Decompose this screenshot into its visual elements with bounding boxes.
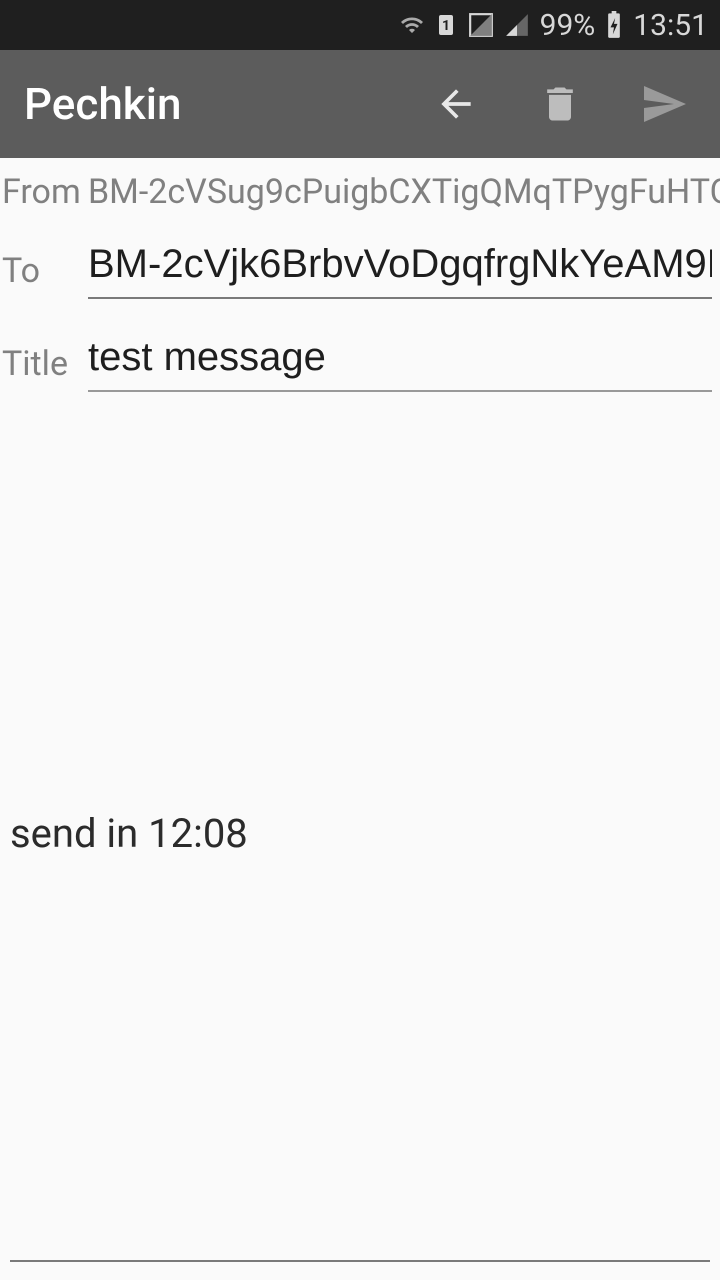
to-row: To: [0, 236, 720, 299]
back-button[interactable]: [432, 80, 480, 128]
to-input[interactable]: [88, 236, 712, 299]
battery-charging-icon: [605, 11, 623, 39]
to-label: To: [2, 245, 88, 291]
cell-signal-icon: [504, 12, 530, 38]
svg-text:1: 1: [442, 18, 450, 34]
from-row: From BM-2cVSug9cPuigbCXTigQMqTPygFuHTC8X…: [0, 164, 720, 212]
app-title: Pechkin: [24, 78, 432, 130]
wifi-icon: [400, 13, 424, 37]
signal-box-icon: [468, 12, 494, 38]
send-button[interactable]: [640, 80, 688, 128]
body-underline: [10, 1260, 710, 1262]
battery-percent: 99%: [540, 8, 596, 43]
title-label: Title: [2, 338, 88, 384]
body-text: send in 12:08: [10, 810, 248, 857]
app-bar: Pechkin: [0, 50, 720, 158]
status-bar: 1 99% 13:51: [0, 0, 720, 50]
app-actions: [432, 80, 696, 128]
title-input[interactable]: [88, 329, 712, 392]
from-value: BM-2cVSug9cPuigbCXTigQMqTPygFuHTC8XUN: [88, 172, 720, 212]
body-area[interactable]: send in 12:08: [0, 392, 720, 1280]
sim-icon: 1: [434, 12, 458, 38]
title-row: Title: [0, 329, 720, 392]
clock: 13:51: [633, 8, 708, 43]
compose-content: From BM-2cVSug9cPuigbCXTigQMqTPygFuHTC8X…: [0, 158, 720, 1280]
from-label: From: [2, 172, 88, 212]
delete-button[interactable]: [536, 80, 584, 128]
